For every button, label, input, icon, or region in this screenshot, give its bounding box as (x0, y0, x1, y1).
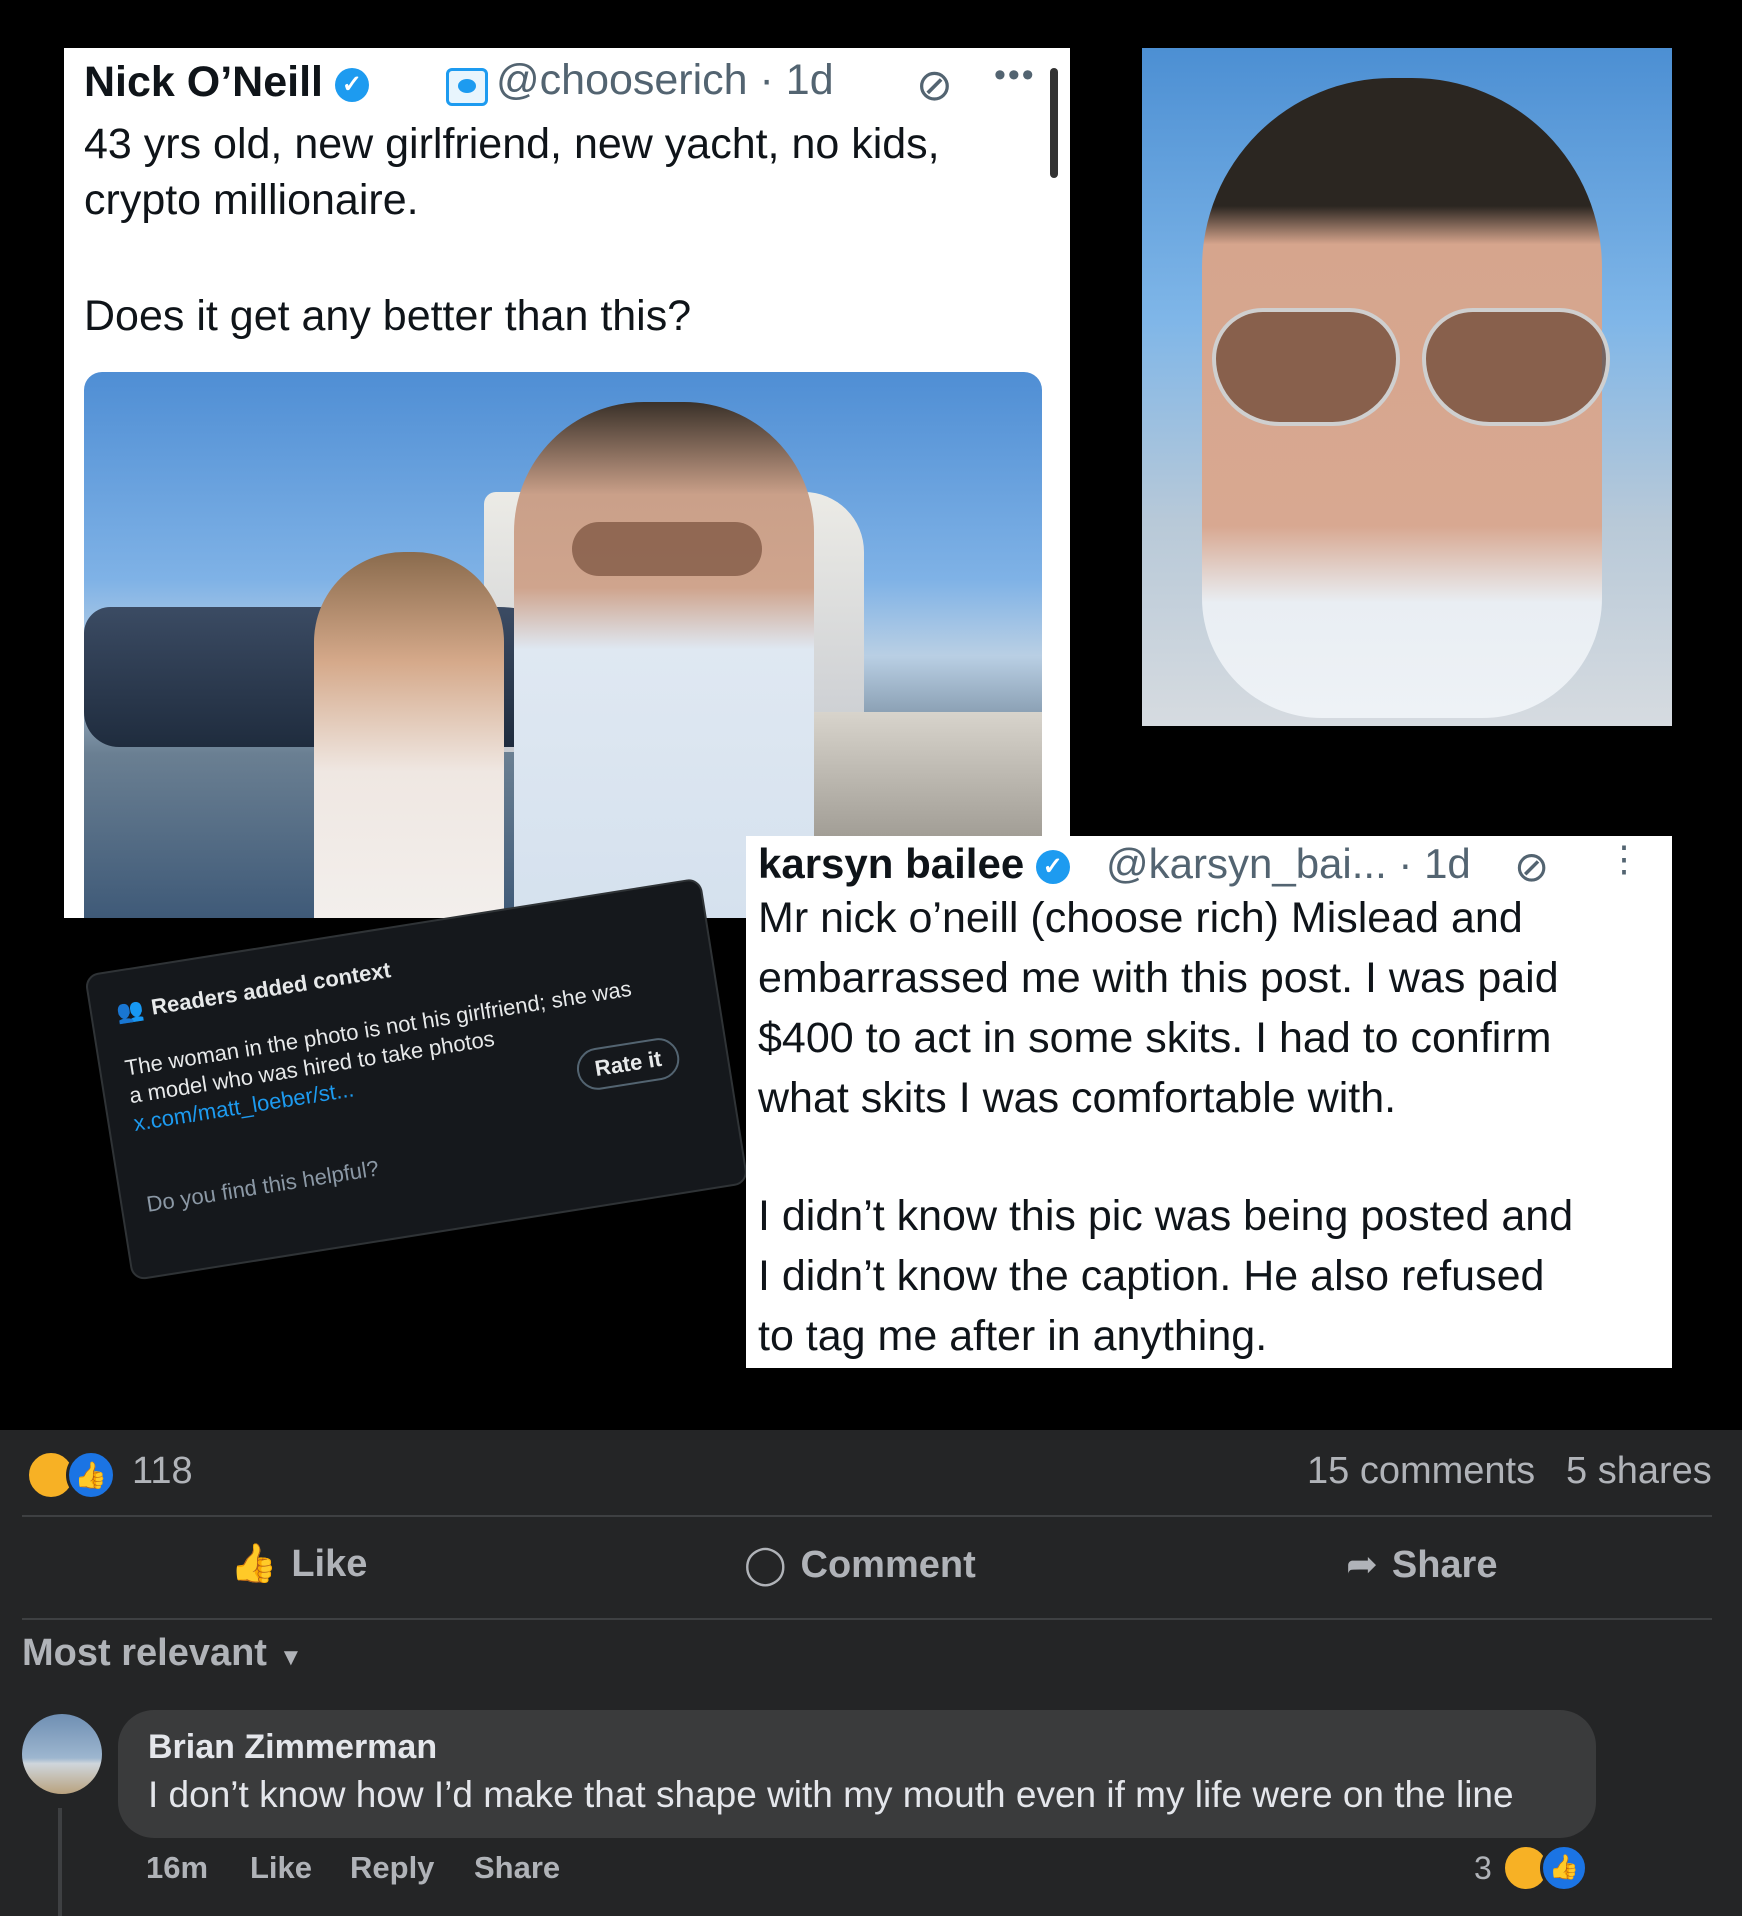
shares-count[interactable]: 5 shares (1566, 1450, 1712, 1493)
tweet-handle-time: @karsyn_bai... · 1d (1106, 840, 1471, 887)
tweet-screenshot-karsyn: karsyn bailee ✓ @karsyn_bai... · 1d ⊘ ⋮ … (746, 836, 1672, 1368)
more-icon: ••• (994, 56, 1036, 94)
like-button[interactable]: 👍 Like (230, 1542, 367, 1592)
people-icon: 👥 (114, 996, 146, 1026)
comment-bubble: Brian Zimmerman I don’t know how I’d mak… (118, 1710, 1596, 1838)
tweet-author-name: karsyn bailee ✓ (758, 840, 1070, 888)
caret-down-icon: ▼ (278, 1644, 303, 1671)
share-arrow-icon: ➦ (1346, 1544, 1378, 1586)
like-reaction-icon: 👍 (66, 1450, 116, 1500)
thread-line (58, 1808, 62, 1916)
tweet-author-name: Nick O’Neill ✓ (84, 58, 369, 107)
aviator-sunglasses (1212, 308, 1612, 426)
reaction-icons[interactable]: 👍 (26, 1448, 120, 1500)
divider (22, 1515, 1712, 1517)
scrollbar (1050, 68, 1058, 178)
reaction-count[interactable]: 118 (132, 1450, 193, 1493)
comment-reply-button[interactable]: Reply (350, 1850, 434, 1886)
tweet-text-line: what skits I was comfortable with. (758, 1074, 1397, 1122)
verified-check-icon: ✓ (1035, 849, 1070, 884)
tweet-text-line: embarrassed me with this post. I was pai… (758, 954, 1559, 1002)
note-header: 👥 Readers added context (114, 957, 393, 1026)
rate-it-button: Rate it (573, 1035, 683, 1093)
avatar[interactable] (22, 1714, 102, 1794)
comment-reaction-count[interactable]: 3 (1474, 1850, 1492, 1887)
tweet-text-line: Does it get any better than this? (84, 292, 692, 340)
divider (22, 1618, 1712, 1620)
comment-author[interactable]: Brian Zimmerman (148, 1728, 437, 1767)
woman-figure (314, 552, 504, 918)
comment-like-button[interactable]: Like (250, 1850, 312, 1886)
comment-bubble-icon: ◯ (744, 1544, 787, 1586)
selfie-photo (1142, 48, 1672, 726)
comment-share-button[interactable]: Share (474, 1850, 560, 1886)
comment-sort-dropdown[interactable]: Most relevant ▼ (22, 1632, 303, 1675)
grok-icon: ⊘ (1514, 843, 1550, 890)
tweet-text-line: I didn’t know the caption. He also refus… (758, 1252, 1545, 1300)
comments-count[interactable]: 15 comments (1307, 1450, 1535, 1493)
like-reaction-icon: 👍 (1540, 1844, 1588, 1892)
tweet-text-line: Mr nick o’neill (choose rich) Mislead an… (758, 894, 1523, 942)
grok-icon: ⊘ (916, 61, 953, 110)
comment-timestamp[interactable]: 16m (146, 1850, 208, 1886)
verified-check-icon: ✓ (334, 67, 369, 102)
tweet-text-line: to tag me after in anything. (758, 1312, 1268, 1360)
share-button[interactable]: ➦ Share (1346, 1542, 1497, 1592)
tweet-text-line: crypto millionaire. (84, 176, 419, 224)
comment-text: I don’t know how I’d make that shape wit… (148, 1774, 1514, 1815)
tweet-handle-time: @chooserich · 1d (496, 56, 834, 104)
tweet-screenshot-nick: Nick O’Neill ✓ @chooserich · 1d ⊘ ••• 43… (64, 48, 1070, 918)
more-icon: ⋮ (1606, 838, 1642, 879)
thumbs-up-icon: 👍 (230, 1543, 278, 1585)
helpful-question: Do you find this helpful? (144, 1155, 381, 1217)
comment-button[interactable]: ◯ Comment (744, 1542, 976, 1592)
sunglasses-shape (572, 522, 762, 576)
tweet-text-line: $400 to act in some skits. I had to conf… (758, 1014, 1552, 1062)
tweet-text-line: 43 yrs old, new girlfriend, new yacht, n… (84, 120, 940, 168)
tweet-text-line: I didn’t know this pic was being posted … (758, 1192, 1574, 1240)
